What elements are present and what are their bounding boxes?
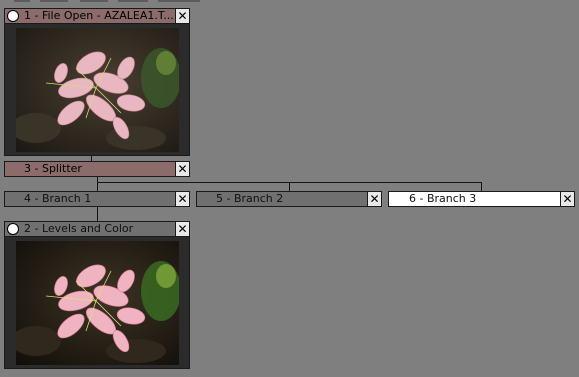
top-toolbar-strip	[0, 0, 200, 3]
azalea-flower-image	[16, 28, 179, 152]
preview-toggle-icon[interactable]	[7, 223, 19, 235]
node-levels-preview	[4, 237, 190, 369]
connector-line	[289, 182, 290, 191]
node-file-open-label: 1 - File Open - AZALEA1.T...	[24, 9, 174, 22]
node-levels-titlebar[interactable]: 2 - Levels and Color ✕	[4, 221, 190, 237]
node-splitter-titlebar[interactable]: 3 - Splitter ✕	[4, 161, 190, 177]
node-levels-label: 2 - Levels and Color	[24, 222, 134, 235]
node-branch-1-titlebar[interactable]: 4 - Branch 1 ✕	[4, 191, 190, 207]
preview-toggle-icon[interactable]	[7, 10, 19, 22]
close-icon[interactable]: ✕	[367, 192, 381, 206]
node-branch-1-label: 4 - Branch 1	[24, 192, 92, 205]
node-file-open-titlebar[interactable]: 1 - File Open - AZALEA1.T... ✕	[4, 8, 190, 24]
node-file-open-preview	[4, 24, 190, 156]
close-icon[interactable]: ✕	[175, 192, 189, 206]
close-icon[interactable]: ✕	[560, 192, 574, 206]
close-icon[interactable]: ✕	[175, 162, 189, 176]
node-splitter-label: 3 - Splitter	[24, 162, 82, 175]
connector-line	[97, 182, 98, 191]
connector-line	[481, 182, 482, 191]
azalea-flower-image	[16, 241, 179, 365]
node-branch-3-label: 6 - Branch 3	[409, 192, 477, 205]
node-branch-2-label: 5 - Branch 2	[216, 192, 284, 205]
connector-line	[97, 207, 98, 221]
close-icon[interactable]: ✕	[175, 222, 189, 236]
node-branch-3-titlebar[interactable]: 6 - Branch 3 ✕	[388, 191, 575, 207]
close-icon[interactable]: ✕	[175, 9, 189, 23]
node-branch-2-titlebar[interactable]: 5 - Branch 2 ✕	[196, 191, 382, 207]
